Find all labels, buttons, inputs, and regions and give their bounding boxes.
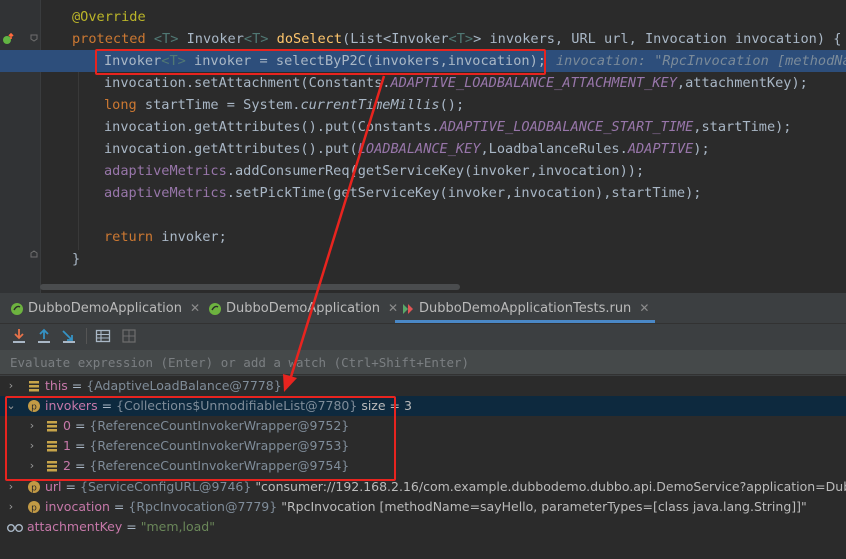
equals-sign: = [113,499,125,514]
code-text: invoker; [153,229,227,245]
variable-string: "RpcInvocation [methodName=sayHello, par… [281,499,807,514]
debug-toolbar [0,324,846,348]
code-text: (); [439,97,465,113]
variable-row-attachment-key[interactable]: attachmentKey = "mem,load" [0,517,846,537]
parameter-icon: p [28,481,40,494]
code-text: startTime = System. [136,97,301,113]
equals-sign: = [126,519,137,534]
evaluate-expression-bar [0,350,846,375]
variable-value: {RpcInvocation@7779} [128,499,278,514]
code-line-12: } [0,248,846,270]
equals-sign: = [71,378,83,393]
tab-debug-session-2[interactable]: DubboDemoApplication ✕ [208,293,398,323]
test-run-icon [403,303,413,314]
equals-sign: = [65,479,77,494]
keyword-long: long [104,97,137,113]
constant-field: ADAPTIVE_LOADBALANCE_ATTACHMENT_KEY [390,75,677,91]
variable-string: "consumer://192.168.2.16/com.example.dub… [255,479,846,494]
spring-boot-icon [11,302,23,315]
variable-value: {AdaptiveLoadBalance@7778} [86,378,282,393]
code-text: invocation.getAttributes().put(Constants… [104,119,440,135]
method-name: doSelect [276,31,343,47]
watch-glasses-icon [7,523,23,532]
code-line-7: invocation.getAttributes().put(LOADBALAN… [0,138,846,160]
evaluate-expression-input[interactable] [0,350,840,374]
field-reference: adaptiveMetrics [104,185,227,201]
return-type: Invoker [186,31,244,47]
variable-row-this[interactable]: › this = {AdaptiveLoadBalance@7778} [0,376,846,396]
code-text: .setPickTime(getServiceKey(invoker,invoc… [226,185,702,201]
variable-name: invocation [45,499,110,514]
tab-label: DubboDemoApplication [28,301,182,316]
highlight-box-invokers [5,396,396,481]
field-reference: adaptiveMetrics [104,163,227,179]
keyword-return: return [104,229,154,245]
code-text: ,attachmentKey); [676,75,808,91]
svg-text:p: p [31,504,37,514]
close-icon[interactable]: ✕ [639,301,649,315]
step-out-icon[interactable] [35,327,53,345]
variable-name: this [45,378,68,393]
restore-layout-icon[interactable] [120,327,138,345]
debug-tab-bar: DubboDemoApplication ✕ DubboDemoApplicati… [0,293,846,324]
constant-field: ADAPTIVE_LOADBALANCE_START_TIME [439,119,694,135]
type-param: <T> [153,31,187,47]
variable-name: url [45,479,62,494]
closing-brace: } [72,251,81,267]
tab-label: DubboDemoApplication [226,301,380,316]
code-text: ,startTime); [693,119,792,135]
tab-debug-session-1[interactable]: DubboDemoApplication ✕ [10,293,200,323]
annotation-override: @Override [72,9,146,25]
horizontal-scrollbar[interactable] [40,284,460,290]
spring-boot-icon [209,302,221,315]
code-line-4: invocation.setAttachment(Constants.ADAPT… [0,72,846,94]
evaluate-table-icon[interactable] [94,327,112,345]
constant-field: LOADBALANCE_KEY [357,141,481,157]
type-param: <T> [448,31,474,47]
parameter-icon: p [28,501,40,514]
keyword-protected: protected [72,31,154,47]
tab-label: DubboDemoApplicationTests.run [419,301,632,316]
code-text: invocation.setAttachment(Constants. [104,75,391,91]
variable-row-invocation[interactable]: › p invocation = {RpcInvocation@7779} "R… [0,497,846,517]
code-line-8: adaptiveMetrics.addConsumerReq(getServic… [0,160,846,182]
inline-debug-value: invocation: "RpcInvocation [methodName=s… [556,53,846,69]
variable-name: attachmentKey [27,519,123,534]
variable-value: {ServiceConfigURL@9746} [80,479,252,494]
highlight-box-code [95,49,546,75]
tab-debug-session-tests[interactable]: DubboDemoApplicationTests.run ✕ [395,293,656,323]
code-text: invocation.getAttributes().put( [104,141,358,157]
code-line-11: return invoker; [0,226,846,248]
code-line-2: protected <T> Invoker<T> doSelect(List<I… [0,28,846,50]
signature-params: (List<Invoker [342,31,449,47]
code-line-1: @Override [0,6,846,28]
code-text: ,LoadbalanceRules. [480,141,628,157]
expand-arrow-icon[interactable]: › [6,497,16,517]
constant-field: ADAPTIVE [627,141,694,157]
code-line-5: long startTime = System.currentTimeMilli… [0,94,846,116]
toolbar-separator [86,328,87,344]
run-to-cursor-icon[interactable] [60,327,78,345]
code-text: ); [693,141,710,157]
field-stack-icon [29,381,39,392]
type-param: <T> [243,31,277,47]
static-method: currentTimeMillis [300,97,440,113]
code-text: .addConsumerReq(getServiceKey(invoker,in… [226,163,645,179]
code-line-6: invocation.getAttributes().put(Constants… [0,116,846,138]
expand-arrow-icon[interactable]: › [6,376,16,396]
close-icon[interactable]: ✕ [190,301,200,315]
code-line-9: adaptiveMetrics.setPickTime(getServiceKe… [0,182,846,204]
step-into-icon[interactable] [10,327,28,345]
code-editor[interactable]: @Override protected <T> Invoker<T> doSel… [0,0,846,293]
svg-text:p: p [31,484,37,494]
variable-value: "mem,load" [140,519,215,534]
signature-params-rest: > invokers, URL url, Invocation invocati… [473,31,842,47]
